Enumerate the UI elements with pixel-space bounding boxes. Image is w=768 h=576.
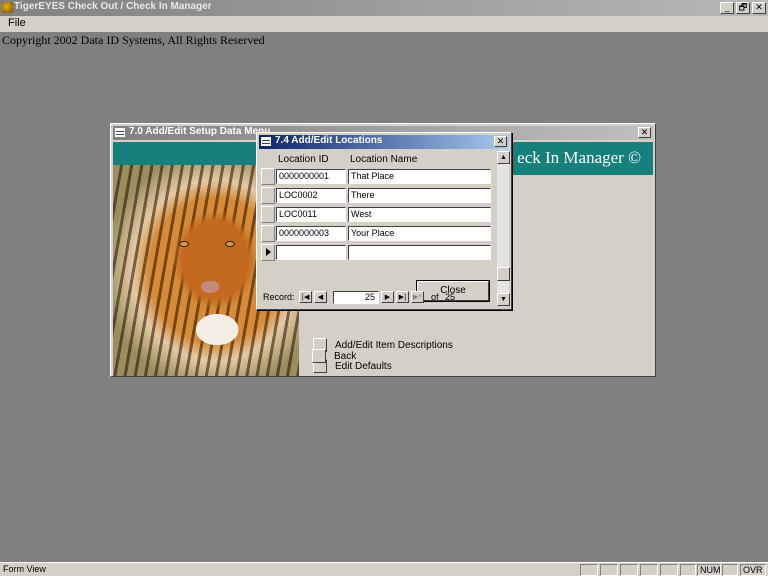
location-name-cell[interactable]: Your Place [348, 226, 491, 241]
back-button[interactable] [312, 349, 326, 363]
record-selector[interactable] [261, 206, 275, 223]
status-pane [620, 564, 638, 576]
new-location-id-cell[interactable] [276, 245, 346, 260]
new-record-button[interactable]: ▶* [411, 291, 424, 303]
menu-row-back: Back [312, 349, 356, 363]
status-pane [722, 564, 738, 576]
tiger-nose [201, 281, 219, 293]
minimize-button[interactable]: _ [720, 2, 734, 14]
first-record-button[interactable]: |◀ [299, 291, 312, 303]
scroll-down-button[interactable]: ▼ [497, 293, 510, 306]
record-selector[interactable] [261, 225, 275, 242]
tiger-app-icon [2, 2, 13, 13]
form-icon [115, 128, 125, 137]
column-header-location-id: Location ID [278, 154, 329, 165]
record-total: 25 [445, 292, 456, 302]
menu-bar: File [0, 16, 768, 32]
location-name-cell[interactable]: West [348, 207, 491, 222]
record-of-label: of [431, 292, 439, 302]
tiger-eye-right [225, 241, 235, 247]
status-text: Form View [3, 564, 46, 574]
locations-datasheet: Location ID Location Name 0000000001 Tha… [259, 151, 495, 285]
overwrite-indicator: OVR [740, 564, 766, 576]
location-id-cell[interactable]: LOC0011 [276, 207, 346, 222]
status-pane [660, 564, 678, 576]
status-pane [580, 564, 598, 576]
next-record-button[interactable]: ▶ [381, 291, 394, 303]
restore-button[interactable]: 🗗 [736, 2, 750, 14]
locations-form-titlebar: 7.4 Add/Edit Locations ✕ [259, 135, 509, 149]
setup-form-close-button[interactable]: ✕ [638, 127, 651, 138]
status-bar: Form View NUM OVR [0, 562, 768, 576]
app-titlebar: TigerEYES Check Out / Check In Manager _… [0, 0, 768, 16]
num-lock-indicator: NUM [697, 564, 721, 576]
last-record-button[interactable]: ▶| [396, 291, 409, 303]
location-id-cell[interactable]: 0000000001 [276, 169, 346, 184]
back-label: Back [334, 350, 357, 362]
status-pane [600, 564, 618, 576]
current-record-pointer-icon [266, 248, 271, 256]
banner-title: eck In Manager © [517, 148, 641, 167]
column-header-location-name: Location Name [350, 154, 418, 165]
menu-file[interactable]: File [8, 17, 26, 29]
locations-form: 7.4 Add/Edit Locations ✕ Location ID Loc… [256, 132, 512, 310]
close-app-button[interactable]: ✕ [752, 2, 766, 14]
record-label: Record: [263, 292, 295, 302]
location-id-cell[interactable]: LOC0002 [276, 188, 346, 203]
form-icon [261, 137, 271, 146]
scroll-up-button[interactable]: ▲ [497, 151, 510, 164]
location-id-cell[interactable]: 0000000003 [276, 226, 346, 241]
app-title: TigerEYES Check Out / Check In Manager [14, 1, 212, 12]
location-name-cell[interactable]: That Place [348, 169, 491, 184]
location-name-cell[interactable]: There [348, 188, 491, 203]
locations-form-title: 7.4 Add/Edit Locations [275, 135, 383, 146]
scroll-thumb[interactable] [497, 267, 510, 281]
locations-form-close-icon[interactable]: ✕ [494, 136, 507, 147]
record-selector[interactable] [261, 168, 275, 185]
previous-record-button[interactable]: ◀ [314, 291, 327, 303]
new-location-name-cell[interactable] [348, 245, 491, 260]
tiger-eye-left [179, 241, 189, 247]
copyright-text: Copyright 2002 Data ID Systems, All Righ… [2, 33, 265, 47]
status-pane [680, 564, 696, 576]
status-pane [640, 564, 658, 576]
current-record-field[interactable]: 25 [333, 291, 379, 304]
new-record-selector[interactable] [261, 244, 275, 261]
record-navigation: Record: |◀ ◀ 25 ▶ ▶| ▶* of 25 [259, 290, 495, 306]
record-selector[interactable] [261, 187, 275, 204]
setup-form-title: 7.0 Add/Edit Setup Data Menu [129, 126, 271, 137]
vertical-scrollbar[interactable]: ▲ ▼ [496, 151, 510, 306]
workspace: Copyright 2002 Data ID Systems, All Righ… [0, 32, 768, 562]
